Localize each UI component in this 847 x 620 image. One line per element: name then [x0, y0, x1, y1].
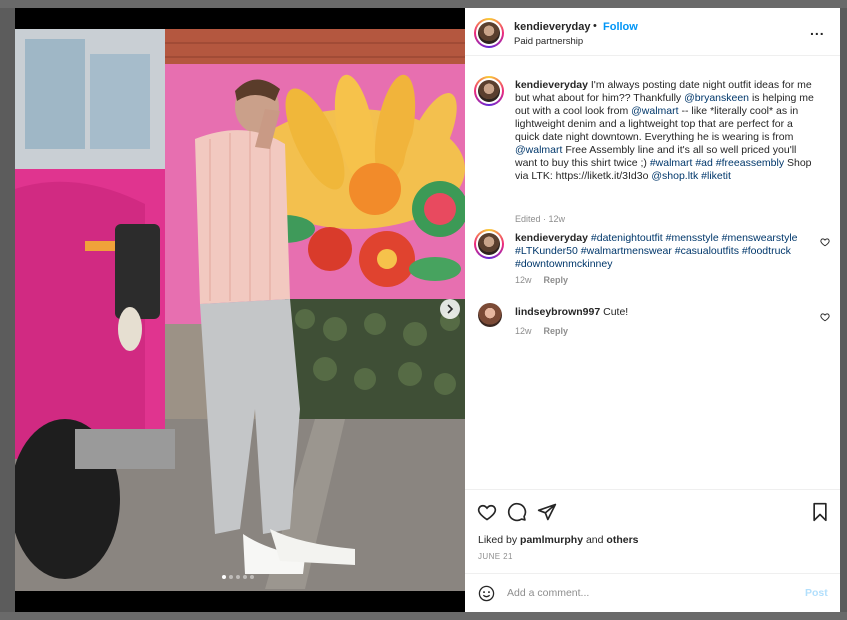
reply-button[interactable]: Reply — [544, 326, 569, 336]
comment-like-icon[interactable] — [820, 312, 830, 322]
hashtag-link[interactable]: #mensstyle — [666, 232, 719, 244]
likes-summary: Liked by pamlmurphy and others — [478, 534, 639, 546]
carousel-next-button[interactable] — [440, 299, 460, 319]
paid-partnership-label[interactable]: Paid partnership — [514, 36, 583, 47]
smiley-icon[interactable] — [478, 585, 495, 602]
carousel-dot — [236, 575, 240, 579]
post-panel: kendieveryday • Follow Paid partnership … — [465, 8, 840, 612]
comment-text: lindseybrown997 Cute! — [515, 306, 815, 319]
likes-and: and — [585, 534, 604, 546]
post-date: JUNE 21 — [478, 552, 513, 561]
post-actions: Liked by pamlmurphy and others JUNE 21 — [465, 489, 840, 573]
paper-plane-icon[interactable] — [537, 502, 557, 522]
hashtag-link[interactable]: #datenightoutfit — [591, 232, 663, 244]
comment-meta: 12w Reply — [515, 326, 568, 336]
author-avatar[interactable] — [474, 18, 504, 48]
commenter-avatar[interactable] — [474, 229, 504, 259]
post-comment-button[interactable]: Post — [805, 587, 828, 599]
carousel-dot — [222, 575, 226, 579]
hashtag-link[interactable]: #freeassembly — [716, 157, 784, 169]
hashtag-link[interactable]: #walmart — [650, 157, 693, 169]
comment-username[interactable]: kendieveryday — [515, 232, 588, 244]
comment-input[interactable] — [507, 583, 787, 603]
comment-like-icon[interactable] — [820, 237, 830, 247]
bookmark-icon[interactable] — [811, 502, 829, 522]
post-modal: kendieveryday • Follow Paid partnership … — [15, 8, 840, 612]
hashtag-link[interactable]: #ad — [695, 157, 713, 169]
carousel-dot — [229, 575, 233, 579]
carousel-dot — [243, 575, 247, 579]
background-page-top — [0, 0, 847, 8]
hashtag-link[interactable]: #downtownmckinney — [515, 258, 612, 270]
comment-age: 12w — [515, 275, 532, 285]
comment-age: 12w — [515, 326, 532, 336]
hashtag-link[interactable]: #casualoutfits — [675, 245, 739, 257]
post-media — [15, 8, 465, 612]
hashtag-link[interactable]: #foodtruck — [742, 245, 791, 257]
mention-link[interactable]: @walmart — [631, 105, 678, 117]
hashtag-link[interactable]: #LTKunder50 — [515, 245, 578, 257]
liked-by-others[interactable]: others — [606, 534, 638, 546]
commenter-avatar[interactable] — [478, 303, 502, 327]
likes-prefix: Liked by — [478, 534, 518, 546]
post-header: kendieveryday • Follow Paid partnership … — [465, 8, 840, 56]
post-photo — [15, 29, 465, 591]
hashtag-link[interactable]: #menswearstyle — [722, 232, 798, 244]
comment-username[interactable]: lindseybrown997 — [515, 306, 600, 318]
heart-icon[interactable] — [477, 502, 497, 522]
hashtag-link[interactable]: #liketit — [701, 170, 731, 182]
separator-dot: • — [593, 20, 597, 32]
comment-icon[interactable] — [507, 502, 527, 522]
author-username[interactable]: kendieveryday — [514, 21, 590, 33]
comment-composer: Post — [465, 573, 840, 612]
comment-body: Cute! — [603, 306, 629, 318]
mention-link[interactable]: @walmart — [515, 144, 562, 156]
background-page-bottom — [0, 612, 847, 620]
carousel-dots — [222, 575, 254, 579]
comments-list[interactable]: kendieveryday I'm always posting date ni… — [465, 57, 840, 489]
carousel-dot — [250, 575, 254, 579]
caption-meta: Edited · 12w — [515, 214, 566, 224]
reply-button[interactable]: Reply — [544, 275, 569, 285]
comment-meta: 12w Reply — [515, 275, 568, 285]
caption-avatar[interactable] — [474, 76, 504, 106]
caption-username[interactable]: kendieveryday — [515, 79, 588, 91]
follow-button[interactable]: Follow — [603, 21, 638, 33]
chevron-right-icon — [447, 304, 454, 314]
mention-link[interactable]: @shop.ltk — [651, 170, 698, 182]
comment-text: kendieveryday #datenightoutfit #mensstyl… — [515, 232, 805, 271]
liked-by-user[interactable]: pamlmurphy — [520, 534, 583, 546]
more-options-button[interactable]: ... — [810, 22, 825, 38]
hashtag-link[interactable]: #walmartmenswear — [581, 245, 672, 257]
caption-text: kendieveryday I'm always posting date ni… — [515, 79, 815, 183]
mention-link[interactable]: @bryanskeen — [684, 92, 749, 104]
